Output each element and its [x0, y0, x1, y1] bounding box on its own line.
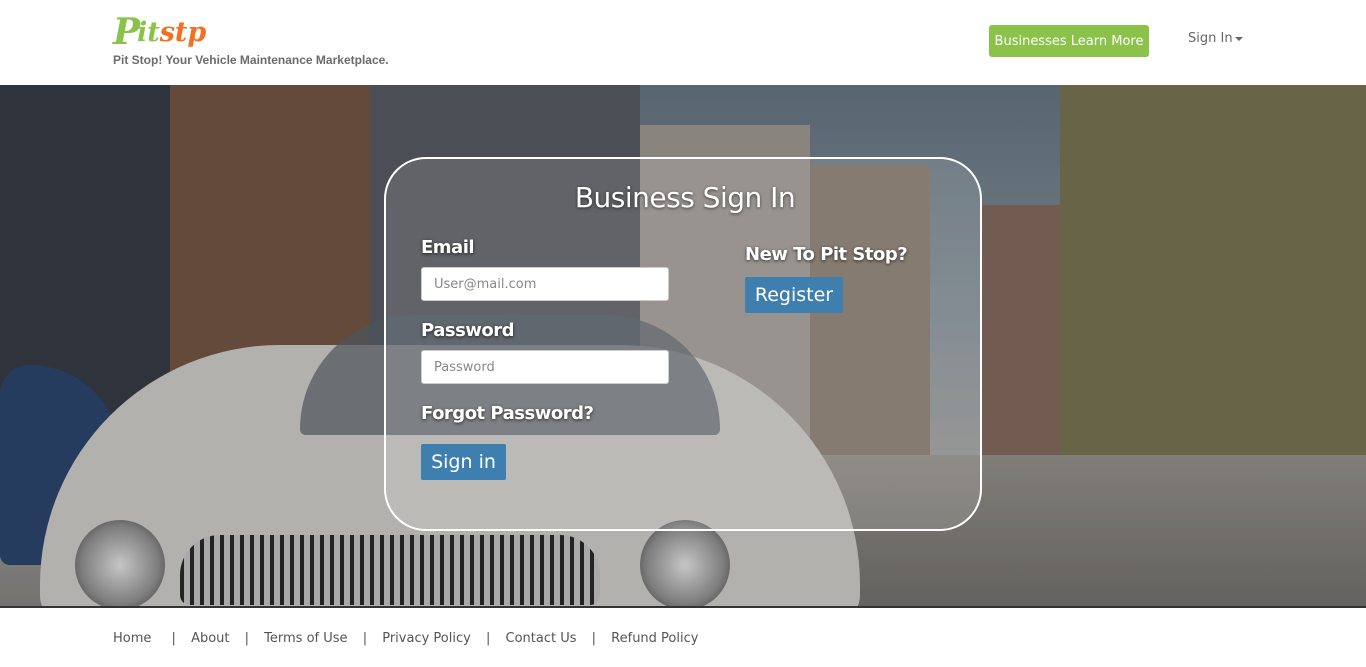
caret-down-icon	[1234, 36, 1243, 41]
password-input[interactable]	[421, 350, 669, 384]
email-label: Email	[421, 237, 475, 258]
footer-link-refund[interactable]: Refund Policy	[611, 631, 698, 646]
site-header: P itstp Pit Stop! Your Vehicle Maintenan…	[0, 0, 1366, 85]
hero-background: Business Sign In Email Password Forgot P…	[0, 85, 1366, 607]
tagline: Pit Stop! Your Vehicle Maintenance Marke…	[113, 53, 389, 67]
footer-link-contact[interactable]: Contact Us	[506, 631, 577, 646]
register-button[interactable]: Register	[745, 277, 843, 313]
forgot-password-link[interactable]: Forgot Password?	[421, 403, 594, 424]
business-signin-panel: Business Sign In Email Password Forgot P…	[384, 157, 982, 531]
site-footer: Home | About | Terms of Use | Privacy Po…	[0, 608, 1366, 667]
sign-in-button[interactable]: Sign in	[421, 444, 506, 480]
logo-letters-it: it	[137, 17, 160, 48]
footer-link-about[interactable]: About	[191, 631, 229, 646]
password-label: Password	[421, 320, 515, 341]
new-to-pitstop-label: New To Pit Stop?	[745, 244, 908, 265]
logo-letters-stp: stp	[159, 17, 207, 48]
footer-link-privacy[interactable]: Privacy Policy	[382, 631, 471, 646]
footer-link-terms[interactable]: Terms of Use	[264, 631, 347, 646]
email-input[interactable]	[421, 267, 669, 301]
sign-in-label: Sign In	[1188, 31, 1233, 46]
businesses-learn-more-button[interactable]: Businesses Learn More	[989, 25, 1149, 57]
footer-links: Home | About | Terms of Use | Privacy Po…	[113, 631, 699, 646]
sign-in-dropdown[interactable]: Sign In	[1188, 31, 1243, 46]
pitstop-logo[interactable]: P itstp	[113, 14, 213, 52]
panel-title: Business Sign In	[574, 181, 796, 214]
footer-link-home[interactable]: Home	[113, 631, 151, 646]
